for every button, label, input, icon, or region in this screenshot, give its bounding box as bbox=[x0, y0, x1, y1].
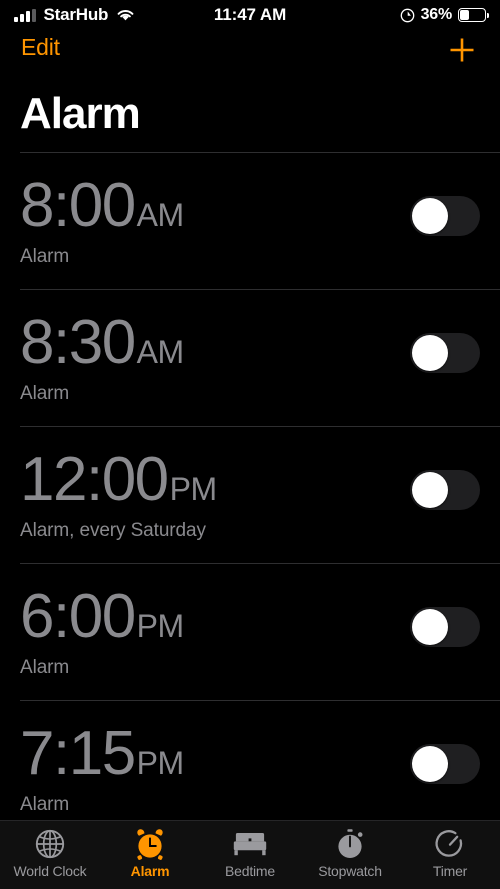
tab-world-clock[interactable]: World Clock bbox=[0, 821, 100, 889]
alarm-period: PM bbox=[136, 745, 185, 781]
plus-icon bbox=[450, 38, 474, 62]
status-bar-right: 36% bbox=[400, 6, 490, 24]
globe-icon bbox=[33, 828, 67, 860]
alarm-clock-icon bbox=[133, 828, 167, 860]
alarm-toggle[interactable] bbox=[410, 607, 480, 647]
stopwatch-icon bbox=[334, 828, 366, 860]
alarm-info: 8:00 AM Alarm bbox=[20, 175, 184, 268]
tab-label: Timer bbox=[432, 863, 468, 879]
page-title: Alarm bbox=[20, 89, 141, 138]
alarm-row[interactable]: 8:30 AM Alarm bbox=[20, 289, 500, 426]
alarm-time: 6:00 PM bbox=[20, 586, 184, 648]
toggle-knob bbox=[412, 335, 448, 371]
alarm-toggle[interactable] bbox=[410, 196, 480, 236]
alarm-row[interactable]: 12:00 PM Alarm, every Saturday bbox=[20, 426, 500, 563]
tab-label: Alarm bbox=[130, 863, 170, 879]
tab-label: Bedtime bbox=[225, 863, 275, 879]
alarm-label: Alarm bbox=[20, 657, 70, 678]
alarm-period: PM bbox=[136, 608, 185, 644]
tab-alarm[interactable]: Alarm bbox=[100, 821, 200, 889]
timer-icon bbox=[434, 828, 466, 860]
alarm-list: 8:00 AM Alarm 8:30 AM Alarm 12:00 PM Alarm, ever… bbox=[0, 152, 500, 837]
alarm-time-value: 12:00 bbox=[20, 445, 169, 514]
alarm-toggle[interactable] bbox=[410, 744, 480, 784]
alarm-time-value: 8:30 bbox=[20, 308, 136, 377]
alarm-label: Alarm bbox=[20, 794, 70, 815]
alarm-row[interactable]: 7:15 PM Alarm bbox=[20, 700, 500, 837]
toggle-knob bbox=[412, 609, 448, 645]
alarm-toggle[interactable] bbox=[410, 333, 480, 373]
alarm-info: 7:15 PM Alarm bbox=[20, 723, 184, 816]
tab-bar: World Clock Alarm Bedtime Stopwatch Timer bbox=[0, 820, 500, 889]
alarm-time-value: 7:15 bbox=[20, 719, 136, 788]
alarm-period: AM bbox=[136, 197, 185, 233]
tab-bedtime[interactable]: Bedtime bbox=[200, 821, 300, 889]
alarm-time: 8:30 AM bbox=[20, 312, 184, 374]
alarm-time-value: 6:00 bbox=[20, 582, 136, 651]
status-bar: StarHub 11:47 AM 36% bbox=[0, 0, 500, 30]
alarm-label: Alarm bbox=[20, 383, 70, 404]
clock-app-screen: StarHub 11:47 AM 36% Edit Alarm 8:00 AM … bbox=[0, 0, 500, 889]
bed-icon bbox=[232, 828, 268, 860]
alarm-time: 8:00 AM bbox=[20, 175, 184, 237]
toggle-knob bbox=[412, 472, 448, 508]
alarm-label: Alarm, every Saturday bbox=[20, 520, 206, 541]
alarm-label: Alarm bbox=[20, 246, 70, 267]
alarm-period: AM bbox=[136, 334, 185, 370]
battery-icon bbox=[458, 8, 490, 22]
alarm-row[interactable]: 8:00 AM Alarm bbox=[20, 152, 500, 289]
alarm-row[interactable]: 6:00 PM Alarm bbox=[20, 563, 500, 700]
alarm-toggle[interactable] bbox=[410, 470, 480, 510]
add-alarm-button[interactable] bbox=[442, 30, 482, 70]
battery-percent-label: 36% bbox=[420, 6, 453, 23]
location-arrow-icon bbox=[400, 8, 415, 23]
carrier-name: StarHub bbox=[43, 5, 109, 24]
alarm-time: 12:00 PM bbox=[20, 449, 217, 511]
navigation-bar: Edit bbox=[0, 34, 500, 80]
status-bar-left: StarHub bbox=[14, 5, 135, 25]
toggle-knob bbox=[412, 746, 448, 782]
alarm-time-value: 8:00 bbox=[20, 171, 136, 240]
alarm-info: 12:00 PM Alarm, every Saturday bbox=[20, 449, 217, 542]
wifi-icon bbox=[116, 8, 135, 22]
alarm-info: 8:30 AM Alarm bbox=[20, 312, 184, 405]
cellular-bars-icon bbox=[14, 8, 36, 22]
tab-stopwatch[interactable]: Stopwatch bbox=[300, 821, 400, 889]
tab-label: Stopwatch bbox=[318, 863, 382, 879]
toggle-knob bbox=[412, 198, 448, 234]
edit-button[interactable]: Edit bbox=[21, 34, 60, 61]
alarm-time: 7:15 PM bbox=[20, 723, 184, 785]
tab-timer[interactable]: Timer bbox=[400, 821, 500, 889]
tab-label: World Clock bbox=[13, 863, 87, 879]
alarm-period: PM bbox=[169, 471, 218, 507]
alarm-info: 6:00 PM Alarm bbox=[20, 586, 184, 679]
